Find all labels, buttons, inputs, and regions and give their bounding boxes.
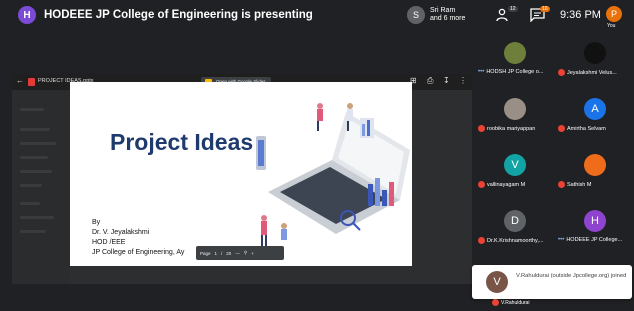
presenters-names: Sri Ram and 6 more [430, 7, 465, 23]
top-bar: H HODEEE JP College of Engineering is pr… [0, 0, 634, 30]
participant-tile[interactable]: ••• HODSH JP College o... [474, 38, 554, 94]
participant-name: Dr.K.Krishnamoorthy,... [487, 237, 544, 244]
participant-name: Jeyalakshmi Velus... [567, 69, 617, 76]
presenters-chip[interactable]: S Sri Ram and 6 more [407, 5, 465, 25]
slide-by: By [92, 219, 101, 226]
shared-screen: ← PROJECT IDEAS.pptx Open with Google Sl… [12, 74, 472, 284]
participant-name-row: roobika mariyappan [478, 125, 554, 132]
presenters-line2: and 6 more [430, 15, 466, 22]
laptop-analytics-illustration [256, 103, 410, 247]
participant-name-row: ••• HODEEE JP College... [558, 237, 634, 243]
speaking-dots-icon: ••• [478, 69, 485, 75]
mic-off-icon [558, 69, 565, 76]
rail-item [20, 156, 48, 159]
slide-byline: By Dr. V. Jeyalakshmi HOD /EEE JP Colleg… [92, 218, 184, 258]
participant-tile[interactable]: D Dr.K.Krishnamoorthy,... [474, 206, 554, 262]
page-total: 20 [226, 250, 232, 256]
participant-grid: ••• HODSH JP College o... Jeyalakshmi Velu… [474, 38, 634, 262]
self-label: You [607, 23, 616, 29]
rail-item [20, 128, 50, 131]
participant-tile[interactable]: H ••• HODEEE JP College... [554, 206, 634, 262]
participant-name: roobika mariyappan [487, 125, 536, 132]
join-notification-text: V.Rahuldurai (outside Jpcollege.org) joi… [516, 273, 627, 279]
presenters-avatar: S [407, 6, 425, 24]
hidden-tile-label: V.Rahuldurai [501, 299, 530, 306]
participant-name-row: ••• HODSH JP College o... [478, 69, 554, 75]
drive-side-rail [12, 90, 70, 284]
participant-name-row: Jeyalakshmi Velus... [558, 69, 634, 76]
participant-name: Amirtha Selvam [567, 125, 606, 132]
participant-tile[interactable]: roobika mariyappan [474, 94, 554, 150]
participant-name-row: Dr.K.Krishnamoorthy,... [478, 237, 554, 244]
slide-role: HOD /EEE [92, 239, 126, 246]
presenting-title: HODEEE JP College of Engineering is pres… [44, 9, 313, 21]
print-icon[interactable]: ⎙ [427, 76, 433, 86]
participant-avatar [584, 154, 606, 176]
more-vert-icon[interactable]: ⋮ [459, 76, 467, 85]
meet-window: H HODEEE JP College of Engineering is pr… [0, 0, 634, 311]
slide-page: Project Ideas By Dr. V. Jeyalakshmi HOD … [70, 82, 412, 266]
back-arrow-icon[interactable]: ← [16, 76, 24, 85]
participant-avatar [504, 98, 526, 120]
participant-tile[interactable]: Sathish M [554, 150, 634, 206]
clock: 9:36 PM [560, 9, 601, 21]
mic-off-icon [478, 237, 485, 244]
slide-college: JP College of Engineering, Ay [92, 249, 185, 256]
participant-avatar: V [504, 154, 526, 176]
mic-off-icon [478, 181, 485, 188]
participant-avatar: H [584, 210, 606, 232]
mic-off-icon [558, 181, 565, 188]
participant-name: Sathish M [567, 181, 592, 188]
join-notification: V V.Rahuldurai (outside Jpcollege.org) j… [472, 265, 632, 299]
page-controls: Page 1 / 20 — ⚲ + [196, 246, 284, 260]
chat-count-badge: 10 [540, 6, 550, 12]
mic-off-icon [558, 125, 565, 132]
mic-off-icon [478, 125, 485, 132]
rail-item [20, 202, 40, 205]
presenter-avatar: H [18, 6, 36, 24]
page-label: Page [200, 250, 211, 256]
slide-title: Project Ideas [110, 129, 254, 155]
participant-name-row: vallinayagam M [478, 181, 554, 188]
participant-name: HODSH JP College o... [486, 69, 544, 75]
participant-name-row: Amirtha Selvam [558, 125, 634, 132]
hidden-tile-name: V.Rahuldurai [492, 299, 529, 306]
participant-tile[interactable]: A Amirtha Selvam [554, 94, 634, 150]
people-count-badge: 12 [508, 6, 518, 12]
rail-item [20, 142, 56, 145]
slide-author: Dr. V. Jeyalakshmi [92, 229, 150, 236]
participant-name: vallinayagam M [487, 181, 526, 188]
participant-avatar [584, 42, 606, 64]
rail-item [20, 170, 52, 173]
presenters-line1: Sri Ram [430, 7, 456, 14]
page-separator: / [221, 250, 223, 256]
participant-avatar: A [584, 98, 606, 120]
participant-tile[interactable]: Jeyalakshmi Velus... [554, 38, 634, 94]
participant-avatar: D [504, 210, 526, 232]
participant-name: HODEEE JP College... [566, 237, 623, 243]
page-current-input[interactable]: 1 [215, 251, 218, 256]
rail-item [20, 108, 44, 111]
rail-item [20, 184, 42, 187]
file-icon [28, 78, 35, 86]
rail-item [20, 216, 54, 219]
zoom-icon[interactable]: ⚲ [244, 250, 247, 256]
participant-tile[interactable]: Vvallinayagam M [474, 150, 554, 206]
mic-off-icon [492, 299, 499, 306]
joiner-avatar: V [486, 271, 508, 293]
self-avatar[interactable]: P [606, 6, 622, 22]
participant-avatar [504, 42, 526, 64]
download-icon[interactable]: ↧ [443, 76, 450, 85]
zoom-out-button[interactable]: — [235, 251, 240, 256]
speaking-dots-icon: ••• [558, 237, 565, 243]
participant-name-row: Sathish M [558, 181, 634, 188]
zoom-in-button[interactable]: + [251, 251, 254, 256]
rail-item [20, 230, 46, 233]
